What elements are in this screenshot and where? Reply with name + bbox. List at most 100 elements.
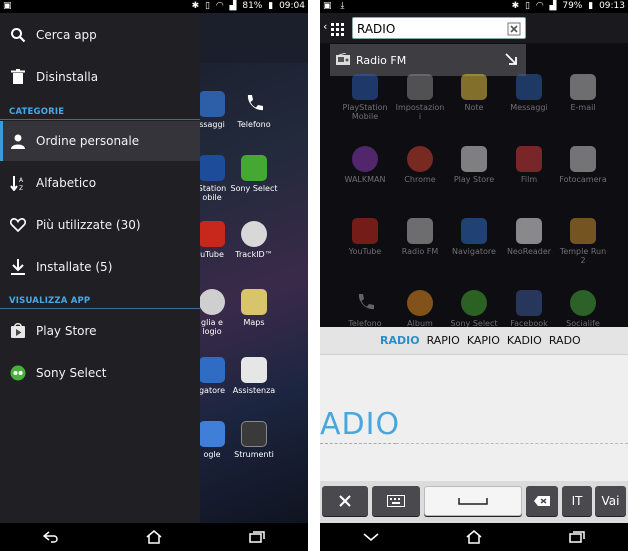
handwriting-keyboard: RADIO RAPIO KAPIO KADIO RADO ADIO IT Vai: [320, 327, 628, 523]
film-icon: [516, 146, 542, 172]
wifi-icon: ◠: [215, 1, 224, 11]
battery-percent: 81%: [242, 1, 263, 11]
playstation-icon: [199, 155, 225, 181]
recent-apps-button[interactable]: [237, 527, 277, 547]
battery-icon: ▮: [268, 1, 274, 11]
navigation-bar: [320, 523, 628, 551]
app-grid-icon[interactable]: [331, 21, 344, 40]
vibrate-icon: ▯: [524, 1, 530, 11]
home-button[interactable]: [134, 527, 174, 547]
app-neoreader[interactable]: NeoReader: [499, 218, 559, 256]
navigation-bar: [0, 523, 308, 551]
divider: [0, 308, 200, 309]
support-icon: [241, 357, 267, 383]
hide-keyboard-button[interactable]: [351, 527, 391, 547]
signal-icon: ▟: [229, 1, 237, 11]
app-assistenza[interactable]: Assistenza: [230, 357, 278, 395]
handwriting-baseline: [396, 443, 628, 444]
app-radio-fm[interactable]: Radio FM: [390, 218, 450, 256]
search-icon: [0, 27, 36, 43]
suggestion-word[interactable]: RAPIO: [427, 334, 460, 347]
battery-icon: ▮: [588, 1, 594, 11]
app-play-store[interactable]: Play Store: [444, 146, 504, 184]
battery-percent: 79%: [562, 1, 583, 11]
app-album[interactable]: Album: [390, 290, 450, 328]
view-play-store[interactable]: Play Store: [0, 311, 200, 351]
nfc-icon: ✱: [191, 1, 200, 11]
app-email[interactable]: E-mail: [553, 74, 613, 112]
app-sony-select[interactable]: Sony Select: [444, 290, 504, 328]
temple-run-icon: [570, 218, 596, 244]
album-icon: [407, 290, 433, 316]
app-fotocamera[interactable]: Fotocamera: [553, 146, 613, 184]
svg-text:A: A: [19, 177, 24, 184]
search-input[interactable]: [353, 19, 503, 39]
back-icon: [43, 531, 59, 543]
backspace-key[interactable]: [526, 486, 558, 516]
clear-search-icon[interactable]: [507, 21, 521, 40]
category-installed[interactable]: Installate (5): [0, 247, 200, 287]
app-note[interactable]: Note: [444, 74, 504, 112]
app-maps[interactable]: Maps: [234, 289, 274, 327]
radio-icon: [336, 52, 350, 68]
category-alphabetical[interactable]: AZ Alfabetico: [0, 163, 200, 203]
app-telefono[interactable]: Telefono: [234, 91, 274, 129]
app-chrome[interactable]: Chrome: [390, 146, 450, 184]
chevron-down-icon: [363, 533, 379, 542]
download-notification-icon: ⤓: [340, 1, 345, 11]
app-strumenti[interactable]: Strumenti: [230, 421, 278, 459]
maps-icon: [241, 289, 267, 315]
app-sony-select[interactable]: Sony Select: [230, 155, 278, 193]
tools-icon: [339, 495, 351, 507]
recent-apps-button[interactable]: [557, 527, 597, 547]
tools-key[interactable]: [322, 486, 368, 516]
app-socialife[interactable]: Socialife: [553, 290, 613, 328]
app-navigatore[interactable]: Navigatore: [444, 218, 504, 256]
arrow-down-right-icon[interactable]: [504, 52, 518, 69]
view-apps-header: VISUALIZZA APP: [9, 296, 91, 306]
app-telefono[interactable]: Telefono: [335, 290, 395, 328]
app-facebook[interactable]: Facebook: [499, 290, 559, 328]
space-key[interactable]: [424, 486, 522, 516]
category-most-used[interactable]: Più utilizzate (30): [0, 205, 200, 245]
go-key[interactable]: Vai: [595, 486, 626, 516]
recent-apps-icon: [568, 531, 585, 543]
google-icon: [199, 421, 225, 447]
app-impostazioni[interactable]: Impostazion i: [390, 74, 450, 121]
app-walkman[interactable]: WALKMAN: [335, 146, 395, 184]
view-sony-select[interactable]: Sony Select: [0, 353, 200, 393]
app-film[interactable]: Film: [499, 146, 559, 184]
app-youtube[interactable]: YouTube: [335, 218, 395, 256]
home-button[interactable]: [454, 527, 494, 547]
notes-icon: [461, 74, 487, 100]
suggestion-word[interactable]: RADO: [549, 334, 581, 347]
camera-icon: [570, 146, 596, 172]
back-button[interactable]: [31, 527, 71, 547]
person-icon: [0, 133, 36, 149]
heart-icon: [0, 218, 36, 232]
nfc-icon: ✱: [511, 1, 520, 11]
home-icon: [466, 530, 482, 544]
chevron-left-icon[interactable]: ‹: [323, 20, 327, 33]
app-messaggi[interactable]: Messaggi: [499, 74, 559, 112]
sony-select-icon: [241, 155, 267, 181]
language-key[interactable]: IT: [562, 486, 592, 516]
handwriting-preview: ADIO: [320, 407, 401, 442]
suggestion-word[interactable]: RADIO: [380, 334, 420, 347]
dimmed-app-grid: PlayStation Mobile Impostazion i Note Me…: [320, 72, 628, 328]
app-temple-run-2[interactable]: Temple Run 2: [553, 218, 613, 265]
suggestion-word[interactable]: KADIO: [507, 334, 542, 347]
space-icon: [458, 498, 488, 505]
app-playstation-mobile[interactable]: PlayStation Mobile: [335, 74, 395, 121]
signal-icon: ▟: [549, 1, 557, 11]
app-trackid[interactable]: TrackID™: [234, 221, 274, 259]
category-custom-order[interactable]: Ordine personale: [0, 121, 200, 161]
app-drawer-menu: Cerca app Disinstalla CATEGORIE Ordine p…: [0, 13, 200, 523]
keyboard-switch-key[interactable]: [372, 486, 420, 516]
uninstall-item[interactable]: Disinstalla: [0, 57, 200, 97]
suggestion-word[interactable]: KAPIO: [467, 334, 500, 347]
messages-icon: [516, 74, 542, 100]
search-apps-item[interactable]: Cerca app: [0, 15, 200, 55]
sony-select-icon: [461, 290, 487, 316]
clock-icon: [199, 289, 225, 315]
